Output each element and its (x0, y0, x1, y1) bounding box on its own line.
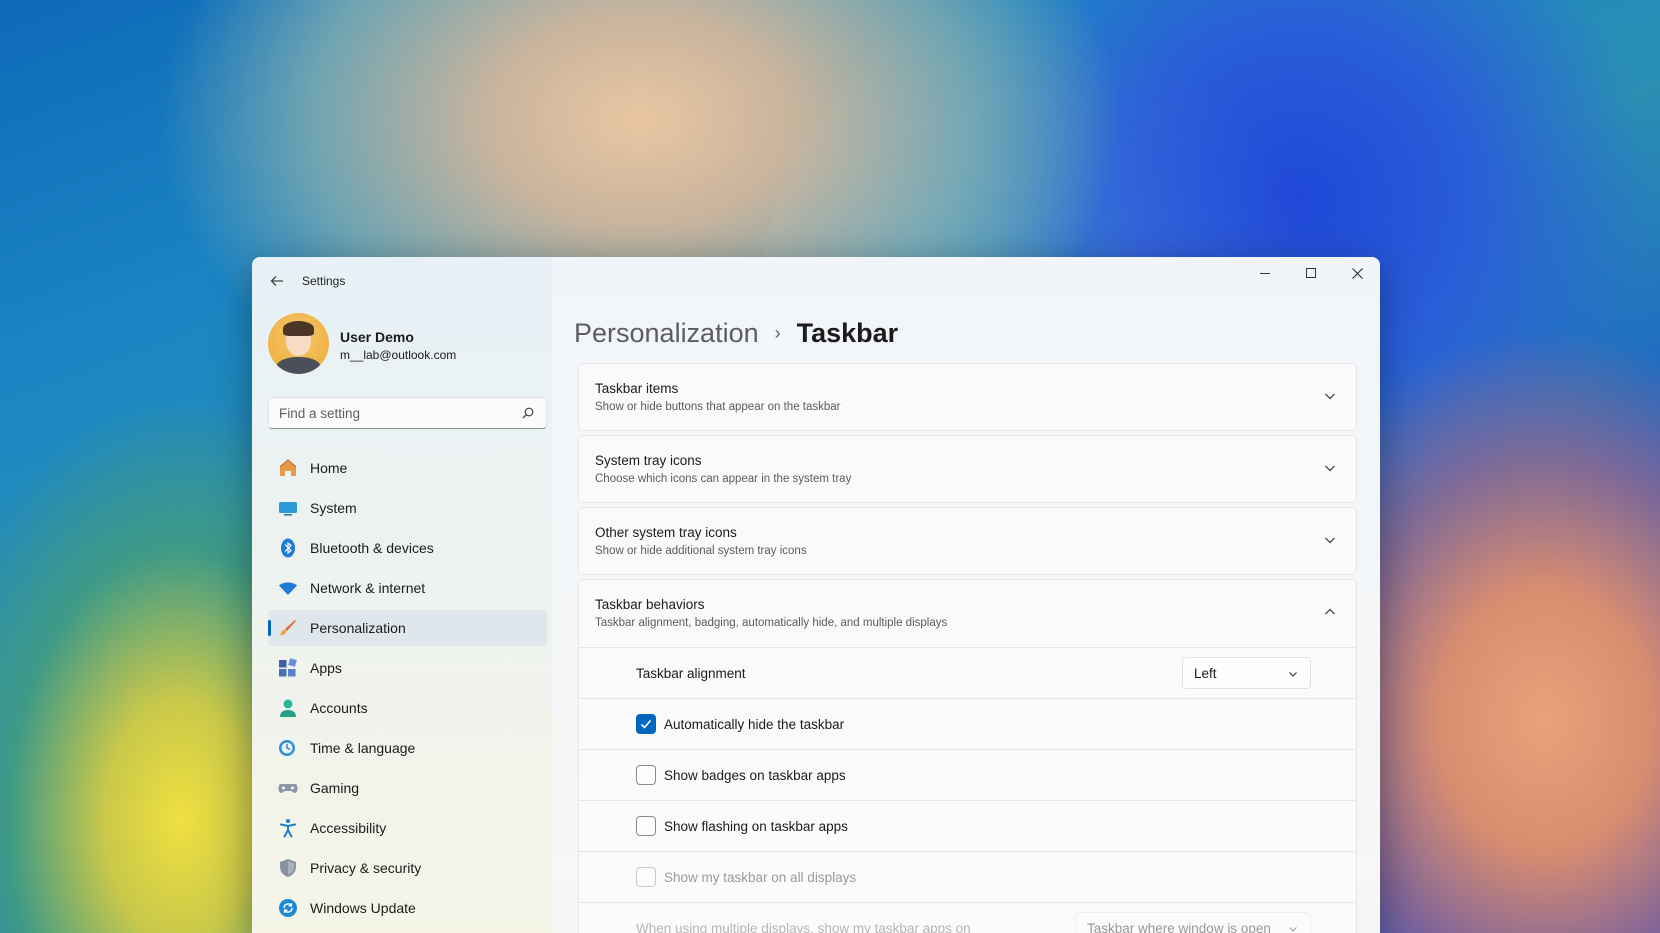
update-icon (279, 899, 297, 917)
time-language-icon (279, 740, 295, 756)
show-badges-row: Show badges on taskbar apps (579, 750, 1356, 801)
brush-icon (280, 620, 296, 636)
chevron-down-icon[interactable] (1324, 534, 1336, 546)
sidebar-item-home[interactable]: Home (268, 450, 547, 486)
search-placeholder: Find a setting (279, 406, 361, 421)
sidebar-item-windows-update[interactable]: Windows Update (268, 890, 547, 926)
taskbar-behaviors-header[interactable]: Taskbar behaviors Taskbar alignment, bad… (579, 580, 1356, 648)
sidebar-item-accessibility[interactable]: Accessibility (268, 810, 547, 846)
home-icon (279, 459, 297, 476)
minimize-icon (1260, 272, 1270, 274)
show-flashing-checkbox[interactable] (636, 816, 656, 836)
all-displays-checkbox (636, 867, 656, 887)
sidebar-item-gaming[interactable]: Gaming (268, 770, 547, 806)
sidebar: User Demo m__lab@outlook.com Find a sett… (268, 313, 550, 930)
settings-window: Settings User Demo m__lab@outlook.com Fi… (252, 257, 1380, 933)
accounts-icon (280, 699, 296, 717)
all-displays-row: Show my taskbar on all displays (579, 852, 1356, 903)
taskbar-alignment-dropdown[interactable]: Left (1182, 657, 1311, 689)
all-displays-label: Show my taskbar on all displays (664, 870, 857, 885)
multi-display-label: When using multiple displays, show my ta… (636, 921, 971, 933)
card-system-tray-icons[interactable]: System tray icons Choose which icons can… (578, 435, 1357, 503)
back-button[interactable] (262, 267, 292, 295)
show-badges-checkbox[interactable] (636, 765, 656, 785)
sidebar-item-time-language[interactable]: Time & language (268, 730, 547, 766)
system-icon (279, 502, 297, 516)
minimize-button[interactable] (1242, 257, 1288, 289)
auto-hide-row: Automatically hide the taskbar (579, 699, 1356, 750)
user-email: m__lab@outlook.com (340, 348, 457, 362)
chevron-down-icon[interactable] (1324, 462, 1336, 474)
wifi-icon (279, 582, 297, 595)
breadcrumb-separator: › (774, 322, 781, 343)
accessibility-icon (280, 819, 296, 838)
back-arrow-icon (270, 276, 283, 286)
avatar (268, 313, 329, 374)
main-content: Personalization › Taskbar Taskbar items … (574, 313, 1380, 933)
search-input[interactable]: Find a setting (268, 397, 547, 429)
card-other-system-tray-icons[interactable]: Other system tray icons Show or hide add… (578, 507, 1357, 575)
nav-list: Home System Bluetooth & devices Network … (268, 450, 550, 926)
auto-hide-checkbox[interactable] (636, 714, 656, 734)
user-profile[interactable]: User Demo m__lab@outlook.com (268, 313, 550, 379)
multi-display-dropdown: Taskbar where window is open (1075, 912, 1311, 933)
multi-display-row: When using multiple displays, show my ta… (579, 903, 1356, 933)
auto-hide-label[interactable]: Automatically hide the taskbar (664, 717, 844, 732)
sidebar-item-network[interactable]: Network & internet (268, 570, 547, 606)
maximize-button[interactable] (1288, 257, 1334, 289)
show-badges-label[interactable]: Show badges on taskbar apps (664, 768, 846, 783)
maximize-icon (1306, 268, 1316, 278)
chevron-down-icon (1289, 927, 1297, 932)
settings-cards: Taskbar items Show or hide buttons that … (578, 363, 1357, 933)
sidebar-item-system[interactable]: System (268, 490, 547, 526)
title-bar: Settings (252, 257, 1380, 305)
chevron-down-icon[interactable] (1324, 390, 1336, 402)
sidebar-item-bluetooth[interactable]: Bluetooth & devices (268, 530, 547, 566)
show-flashing-row: Show flashing on taskbar apps (579, 801, 1356, 852)
checkmark-icon (640, 719, 652, 729)
apps-icon (279, 658, 297, 677)
sidebar-item-personalization[interactable]: Personalization (268, 610, 547, 646)
gamepad-icon (278, 784, 298, 793)
chevron-down-icon (1289, 672, 1297, 677)
user-name: User Demo (340, 329, 414, 345)
chevron-up-icon[interactable] (1324, 606, 1336, 618)
taskbar-behaviors-expander: Taskbar behaviors Taskbar alignment, bad… (578, 579, 1357, 933)
taskbar-alignment-label: Taskbar alignment (636, 666, 746, 681)
breadcrumb-parent[interactable]: Personalization (574, 318, 759, 349)
close-icon (1351, 267, 1363, 279)
shield-icon (280, 859, 296, 877)
close-button[interactable] (1334, 257, 1380, 289)
breadcrumb: Personalization › Taskbar (574, 313, 898, 353)
search-icon (522, 407, 534, 419)
card-taskbar-items[interactable]: Taskbar items Show or hide buttons that … (578, 363, 1357, 431)
app-title: Settings (302, 274, 346, 288)
sidebar-item-accounts[interactable]: Accounts (268, 690, 547, 726)
sidebar-item-privacy-security[interactable]: Privacy & security (268, 850, 547, 886)
page-title: Taskbar (796, 317, 899, 348)
sidebar-item-apps[interactable]: Apps (268, 650, 547, 686)
show-flashing-label[interactable]: Show flashing on taskbar apps (664, 819, 848, 834)
bluetooth-icon (281, 538, 295, 558)
taskbar-alignment-row: Taskbar alignment Left (579, 648, 1356, 699)
